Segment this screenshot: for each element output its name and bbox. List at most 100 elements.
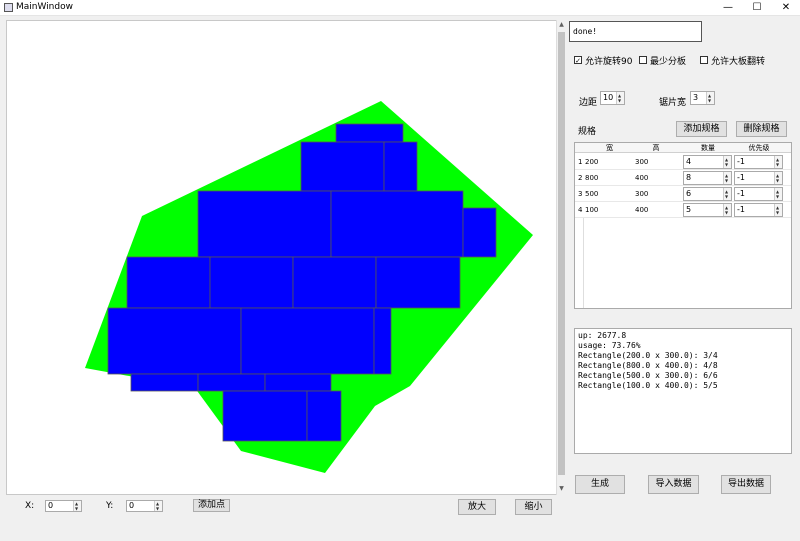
row-height[interactable]: 300 — [635, 154, 648, 170]
pri-spin-arrows[interactable]: ▲ ▼ — [774, 172, 782, 184]
status-field[interactable]: done! — [569, 21, 702, 42]
row-width[interactable]: 800 — [585, 170, 598, 186]
maximize-icon[interactable]: ☐ — [743, 0, 771, 16]
qty-spin-arrows[interactable]: ▲ ▼ — [723, 188, 731, 200]
row-priority-value: -1 — [737, 173, 745, 182]
row-height[interactable]: 400 — [635, 202, 648, 218]
piece — [375, 256, 461, 309]
window-title: MainWindow — [16, 2, 73, 12]
row-quantity-spinbox[interactable]: 8 ▲ ▼ — [683, 171, 732, 185]
piece — [240, 307, 375, 375]
blade-width-spinbox[interactable]: 3 ▲ ▼ — [690, 91, 715, 105]
pri-spin-arrows[interactable]: ▲ ▼ — [774, 156, 782, 168]
row-quantity-spinbox[interactable]: 6 ▲ ▼ — [683, 187, 732, 201]
piece — [197, 190, 332, 258]
piece — [107, 307, 242, 375]
row-width[interactable]: 100 — [585, 202, 598, 218]
y-label: Y: — [106, 501, 114, 511]
scroll-up-icon[interactable]: ▲ — [557, 20, 566, 30]
row-width[interactable]: 500 — [585, 186, 598, 202]
piece — [209, 256, 294, 309]
zoom-in-button[interactable]: 放大 — [458, 499, 496, 515]
generate-button[interactable]: 生成 — [575, 475, 625, 494]
row-priority-spinbox[interactable]: -1 ▲ ▼ — [734, 155, 783, 169]
row-height[interactable]: 400 — [635, 170, 648, 186]
margin-spin-arrows[interactable]: ▲ ▼ — [616, 92, 624, 104]
log-line: Rectangle(200.0 x 300.0): 3/4 — [578, 351, 718, 360]
piece — [330, 190, 464, 258]
title-bar: MainWindow — ☐ ✕ — [0, 0, 800, 16]
add-spec-button[interactable]: 添加规格 — [676, 121, 727, 137]
row-index: 3 — [578, 190, 583, 198]
canvas-scrollbar[interactable]: ▲ ▼ — [556, 20, 566, 495]
row-quantity-value: 8 — [686, 173, 692, 182]
log-line: Rectangle(100.0 x 400.0): 5/5 — [578, 381, 718, 390]
add-point-button[interactable]: 添加点 — [193, 499, 230, 512]
row-priority-value: -1 — [737, 157, 745, 166]
scroll-thumb[interactable] — [558, 32, 565, 475]
min-boards-checkbox[interactable] — [639, 56, 647, 64]
row-index: 4 — [578, 206, 583, 214]
y-spin-arrows[interactable]: ▲ ▼ — [154, 501, 162, 511]
row-priority-value: -1 — [737, 205, 745, 214]
row-height[interactable]: 300 — [635, 186, 648, 202]
y-value: 0 — [129, 501, 135, 510]
piece — [335, 123, 404, 143]
margin-label: 边距 — [579, 98, 598, 108]
x-value: 0 — [48, 501, 54, 510]
log-line: Rectangle(800.0 x 400.0): 4/8 — [578, 361, 718, 370]
piece — [126, 256, 211, 309]
pri-spin-arrows[interactable]: ▲ ▼ — [774, 204, 782, 216]
pri-spin-arrows[interactable]: ▲ ▼ — [774, 188, 782, 200]
row-quantity-value: 5 — [686, 205, 692, 214]
layout-drawing — [85, 101, 533, 473]
blade-width-label: 锯片宽 — [659, 98, 687, 108]
y-spinbox[interactable]: 0 ▲ ▼ — [126, 500, 163, 512]
row-width[interactable]: 200 — [585, 154, 598, 170]
allow-rotate-label: 允许旋转90 — [585, 57, 633, 67]
x-label: X: — [25, 501, 35, 511]
piece — [197, 373, 266, 392]
min-boards-label: 最少分板 — [650, 57, 687, 67]
spec-label: 规格 — [578, 127, 597, 137]
allow-flip-checkbox[interactable] — [700, 56, 708, 64]
piece — [222, 390, 308, 442]
import-data-button[interactable]: 导入数据 — [648, 475, 699, 494]
zoom-out-button[interactable]: 缩小 — [515, 499, 552, 515]
scroll-down-icon[interactable]: ▼ — [557, 484, 566, 494]
spec-table[interactable]: 宽 高 数量 优先级 1 200 300 4 ▲ ▼ -1 ▲ ▼ 2 800 40… — [574, 142, 792, 309]
layout-canvas[interactable] — [6, 20, 566, 495]
qty-spin-arrows[interactable]: ▲ ▼ — [723, 156, 731, 168]
piece — [373, 307, 392, 375]
piece — [264, 373, 332, 392]
qty-spin-arrows[interactable]: ▲ ▼ — [723, 204, 731, 216]
delete-spec-button[interactable]: 删除规格 — [736, 121, 787, 137]
piece — [462, 207, 497, 258]
margin-value: 10 — [603, 93, 614, 102]
x-spinbox[interactable]: 0 ▲ ▼ — [45, 500, 82, 512]
row-quantity-spinbox[interactable]: 5 ▲ ▼ — [683, 203, 732, 217]
allow-rotate-checkbox[interactable]: ✓ — [574, 56, 582, 65]
log-line: usage: 73.76% — [578, 341, 641, 350]
log-line: Rectangle(500.0 x 300.0): 6/6 — [578, 371, 718, 380]
row-priority-spinbox[interactable]: -1 ▲ ▼ — [734, 187, 783, 201]
x-spin-arrows[interactable]: ▲ ▼ — [73, 501, 81, 511]
blade-width-value: 3 — [693, 93, 699, 102]
minimize-icon[interactable]: — — [714, 0, 742, 16]
piece — [130, 373, 199, 392]
result-log[interactable]: up: 2677.8 usage: 73.76% Rectangle(200.0 x… — [574, 328, 792, 454]
piece — [300, 141, 385, 192]
row-quantity-spinbox[interactable]: 4 ▲ ▼ — [683, 155, 732, 169]
row-index: 1 — [578, 158, 583, 166]
log-line: up: 2677.8 — [578, 331, 627, 340]
export-data-button[interactable]: 导出数据 — [721, 475, 771, 494]
row-priority-spinbox[interactable]: -1 ▲ ▼ — [734, 171, 783, 185]
row-priority-spinbox[interactable]: -1 ▲ ▼ — [734, 203, 783, 217]
row-header-gutter — [583, 218, 584, 308]
qty-spin-arrows[interactable]: ▲ ▼ — [723, 172, 731, 184]
row-quantity-value: 4 — [686, 157, 692, 166]
close-icon[interactable]: ✕ — [772, 0, 800, 16]
piece — [306, 390, 342, 442]
blade-spin-arrows[interactable]: ▲ ▼ — [706, 92, 714, 104]
margin-spinbox[interactable]: 10 ▲ ▼ — [600, 91, 625, 105]
